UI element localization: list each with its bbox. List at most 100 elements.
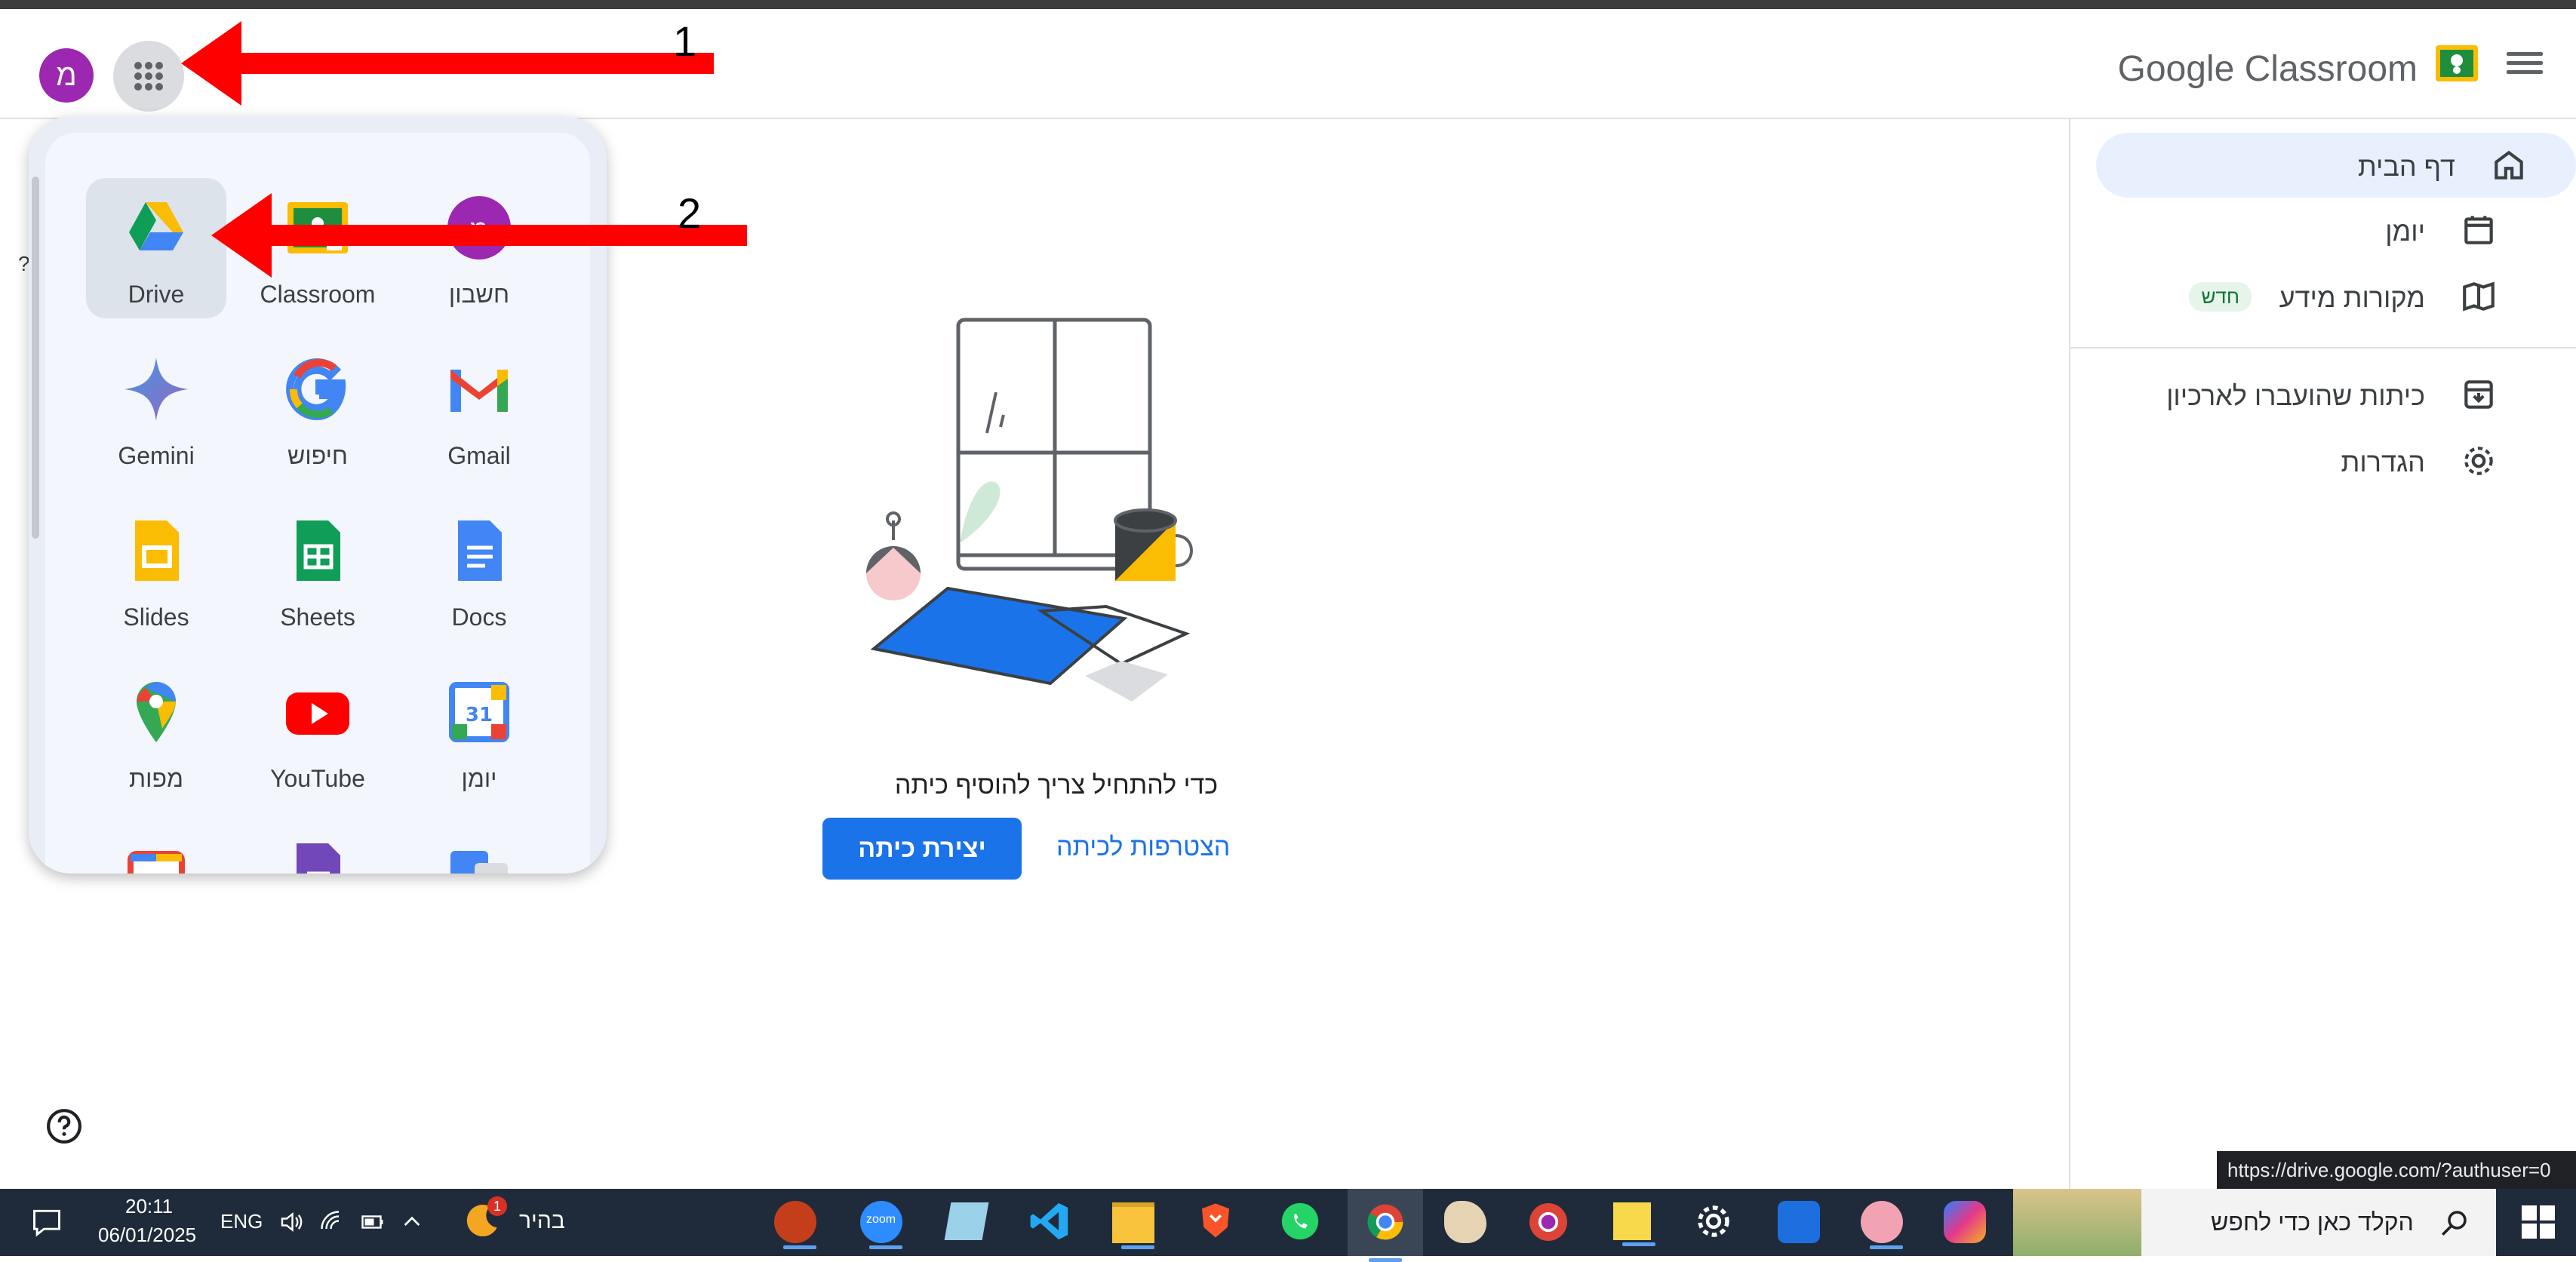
app-gemini[interactable]: Gemini: [86, 339, 226, 480]
search-icon[interactable]: [2439, 1207, 2470, 1239]
notification-count-badge: 1: [487, 1196, 507, 1216]
notes-taskbar-icon[interactable]: [944, 1202, 989, 1240]
app-label-calendar: יומן: [461, 765, 497, 792]
snipping-tool-taskbar-icon[interactable]: [1861, 1201, 1903, 1249]
chrome-taskbar-icon[interactable]: [1348, 1189, 1423, 1262]
nav-item-resources[interactable]: מקורות מידע חדש: [2095, 264, 2546, 329]
app-label-maps: מפות: [129, 765, 183, 792]
clock-time[interactable]: 20:11: [125, 1195, 173, 1218]
app-label-classroom: Classroom: [260, 281, 376, 308]
annotation-arrow-1: [181, 21, 714, 106]
nav-item-archived-classes[interactable]: כיתות שהועברו לארכיון: [2095, 362, 2546, 427]
nav-divider: [2070, 347, 2576, 349]
nav-item-calendar[interactable]: יומן: [2095, 198, 2546, 263]
app-label-drive: Drive: [128, 281, 185, 308]
app-partial-2[interactable]: [247, 824, 388, 874]
app-label-search: חיפוש: [287, 442, 348, 469]
nav-label-settings: הגדרות: [2341, 447, 2425, 477]
slides-icon: [135, 520, 179, 581]
zoom-taskbar-icon[interactable]: zoom: [860, 1201, 902, 1249]
app-calendar[interactable]: 31 יומן: [409, 662, 549, 803]
google-apps-button[interactable]: [113, 41, 184, 112]
battery-icon[interactable]: [358, 1208, 388, 1236]
app-maps[interactable]: מפות: [86, 662, 226, 803]
empty-state-text: כדי להתחיל צריך להוסיף כיתה: [894, 771, 1219, 800]
annotation-number-2: 2: [678, 189, 702, 237]
drive-icon: [129, 202, 183, 250]
app-title[interactable]: Google Classroom: [2118, 48, 2418, 90]
wifi-icon[interactable]: [317, 1208, 347, 1236]
account-avatar[interactable]: מ: [39, 48, 94, 103]
chrome-profile-taskbar-icon[interactable]: [1526, 1199, 1571, 1245]
chevron-up-icon[interactable]: [398, 1210, 426, 1234]
app-label-gmail: Gmail: [447, 442, 511, 469]
chrome-icon: [1367, 1204, 1403, 1240]
app-youtube[interactable]: YouTube: [247, 662, 388, 803]
powerpoint-taskbar-icon[interactable]: [774, 1201, 816, 1249]
create-class-button[interactable]: יצירת כיתה: [822, 818, 1022, 880]
app-search[interactable]: חיפוש: [247, 339, 388, 480]
join-class-link[interactable]: הצטרפות לכיתה: [1056, 833, 1230, 862]
link-status-bar: https://drive.google.com/?authuser=0: [2217, 1151, 2576, 1189]
translate-icon: [450, 851, 508, 874]
app-partial-1[interactable]: [86, 824, 226, 874]
taskbar: 20:11 06/01/2025 ENG 1 בהיר zoom הקלד כא…: [0, 1189, 2576, 1262]
home-icon: [2495, 150, 2523, 180]
apps-grid-icon: [134, 62, 163, 91]
gear-icon: [2464, 447, 2493, 475]
app-partial-3[interactable]: [409, 824, 549, 874]
whatsapp-taskbar-icon[interactable]: [1278, 1199, 1322, 1243]
nav-label-calendar: יומן: [2385, 216, 2425, 247]
gmail-icon: [450, 370, 508, 412]
notification-center-icon[interactable]: [30, 1205, 63, 1239]
nav-label-resources: מקורות מידע: [2279, 282, 2425, 313]
weather-label[interactable]: בהיר: [519, 1208, 565, 1234]
file-explorer-taskbar-icon[interactable]: [1112, 1202, 1154, 1249]
app-docs[interactable]: Docs: [409, 501, 549, 641]
shop-app-icon: [128, 851, 185, 874]
nav-label-archived-classes: כיתות שהועברו לארכיון: [2166, 380, 2425, 411]
taskbar-search-placeholder[interactable]: הקלד כאן כדי לחפש: [2211, 1208, 2414, 1236]
language-indicator[interactable]: ENG: [220, 1210, 263, 1233]
google-search-icon: [286, 358, 346, 421]
new-badge: חדש: [2189, 282, 2252, 312]
app-label-gemini: Gemini: [118, 442, 195, 469]
nav-label-home: דף הבית: [2357, 151, 2455, 182]
clock-date[interactable]: 06/01/2025: [98, 1224, 196, 1247]
app-label-slides: Slides: [123, 603, 189, 631]
app-drive[interactable]: Drive: [86, 178, 226, 318]
settings-taskbar-icon[interactable]: [1693, 1201, 1734, 1242]
launcher-scrollbar[interactable]: [32, 177, 39, 539]
copilot-taskbar-icon[interactable]: [1944, 1201, 1986, 1243]
forms-icon: [297, 843, 340, 874]
zoom-label: zoom: [866, 1213, 896, 1226]
calendar-app-icon: 31: [449, 682, 509, 742]
sticky-notes-taskbar-icon[interactable]: [1613, 1202, 1655, 1246]
docs-icon: [458, 520, 502, 581]
nav-item-settings[interactable]: הגדרות: [2095, 428, 2546, 493]
annotation-arrow-2: [211, 193, 747, 278]
gemini-icon: [124, 358, 188, 421]
calendar-icon: [2464, 216, 2493, 244]
help-icon[interactable]: [45, 1107, 83, 1145]
app-account[interactable]: מ חשבון: [409, 178, 549, 318]
search-highlight-image: [2013, 1189, 2141, 1256]
paint-taskbar-icon[interactable]: [1444, 1201, 1486, 1243]
windows-start-button[interactable]: [2522, 1205, 2555, 1239]
youtube-icon: [286, 692, 349, 735]
maps-icon: [137, 682, 176, 742]
app-slides[interactable]: Slides: [86, 501, 226, 641]
brave-taskbar-icon[interactable]: [1195, 1198, 1236, 1243]
classroom-logo-icon[interactable]: [2436, 45, 2478, 81]
nav-item-home[interactable]: דף הבית: [2096, 133, 2576, 198]
app-gmail[interactable]: Gmail: [409, 339, 549, 480]
app-label-account: חשבון: [448, 281, 510, 308]
main-menu-button[interactable]: [2504, 47, 2546, 80]
volume-icon[interactable]: [276, 1208, 306, 1236]
grammarly-taskbar-icon[interactable]: [1778, 1201, 1820, 1243]
vscode-taskbar-icon[interactable]: [1028, 1199, 1071, 1243]
window-top-border: [0, 0, 2576, 9]
archive-icon: [2464, 380, 2493, 409]
app-label-youtube: YouTube: [270, 765, 365, 792]
app-sheets[interactable]: Sheets: [247, 501, 388, 641]
